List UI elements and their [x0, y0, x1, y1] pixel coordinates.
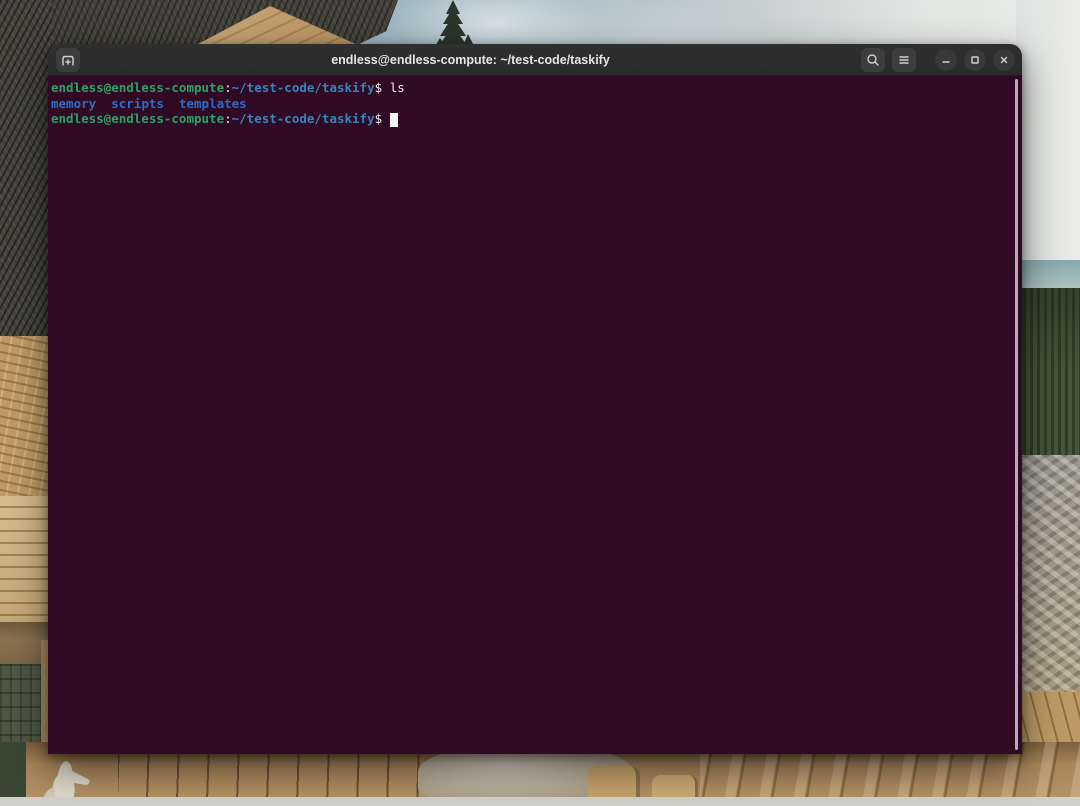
- maximize-icon: [968, 53, 982, 67]
- hamburger-menu-icon: [896, 52, 912, 68]
- wallpaper-pine-tree: [432, 0, 476, 48]
- menu-button[interactable]: [892, 48, 916, 72]
- close-icon: [997, 53, 1011, 67]
- terminal-cursor: [390, 113, 398, 127]
- wallpaper-right-strip: [1016, 0, 1080, 806]
- new-tab-button[interactable]: [56, 48, 80, 72]
- wallpaper-white-figure: [36, 753, 96, 801]
- terminal-line: memory scripts templates: [51, 96, 1002, 112]
- new-tab-icon: [60, 52, 76, 68]
- maximize-button[interactable]: [964, 49, 986, 71]
- terminal-scrollbar[interactable]: [1015, 79, 1018, 750]
- search-icon: [865, 52, 881, 68]
- desktop: endless@endless-compute: ~/test-code/tas…: [0, 0, 1080, 806]
- minimize-button[interactable]: [935, 49, 957, 71]
- terminal-viewport[interactable]: endless@endless-compute:~/test-code/task…: [48, 76, 1022, 754]
- window-controls: [861, 48, 1015, 72]
- search-button[interactable]: [861, 48, 885, 72]
- wallpaper-left-strip: [0, 0, 52, 806]
- titlebar[interactable]: endless@endless-compute: ~/test-code/tas…: [48, 44, 1022, 76]
- window-title: endless@endless-compute: ~/test-code/tas…: [80, 53, 861, 67]
- terminal-window: endless@endless-compute: ~/test-code/tas…: [48, 44, 1022, 754]
- close-button[interactable]: [993, 49, 1015, 71]
- terminal-output: endless@endless-compute:~/test-code/task…: [51, 80, 1002, 127]
- terminal-line: endless@endless-compute:~/test-code/task…: [51, 80, 1002, 96]
- terminal-line: endless@endless-compute:~/test-code/task…: [51, 111, 1002, 127]
- minimize-icon: [939, 53, 953, 67]
